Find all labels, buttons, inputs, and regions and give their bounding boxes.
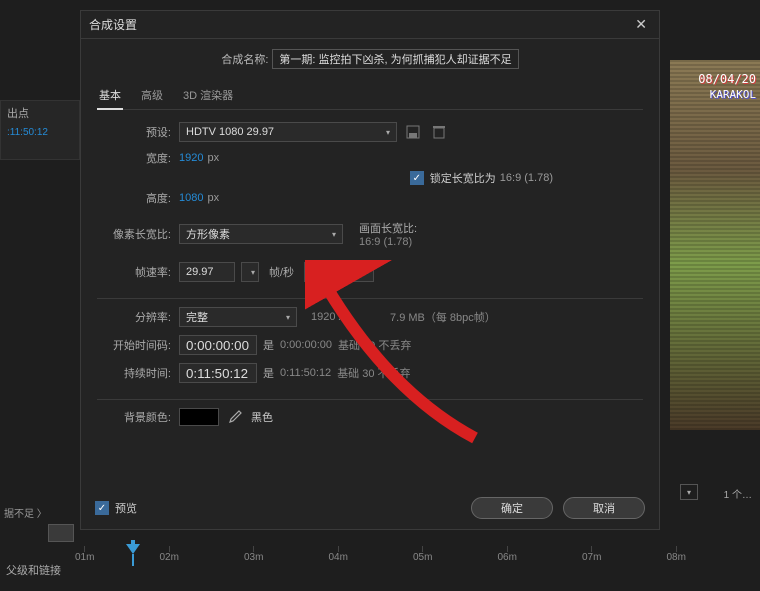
fps-unit-label: 帧/秒 bbox=[269, 264, 294, 280]
dialog-titlebar: 合成设置 ✕ bbox=[81, 11, 659, 39]
preview-checkbox[interactable]: ✓ bbox=[95, 501, 109, 515]
par-label: 像素长宽比: bbox=[97, 226, 179, 242]
start-tc-input[interactable] bbox=[179, 335, 257, 355]
bgcolor-swatch[interactable] bbox=[179, 408, 219, 426]
height-value[interactable]: 1080 bbox=[179, 192, 203, 204]
out-point-label: 出点 bbox=[1, 101, 79, 125]
playhead-icon[interactable] bbox=[126, 540, 140, 566]
chevron-down-icon: ▾ bbox=[286, 313, 290, 322]
composition-settings-dialog: 合成设置 ✕ 合成名称: 第一期: 监控拍下凶杀, 为何抓捕犯人却证据不足 基本… bbox=[80, 10, 660, 530]
parent-link-label: 父级和链接 bbox=[0, 558, 67, 582]
start-tc-base-tc: 0:00:00:00 bbox=[280, 339, 332, 351]
chevron-down-icon: ▾ bbox=[386, 128, 390, 137]
close-icon[interactable]: ✕ bbox=[631, 16, 651, 33]
width-unit: px bbox=[207, 152, 219, 164]
frame-ar-value: 16:9 (1.78) bbox=[359, 236, 417, 248]
timeline-ruler[interactable]: 01m 02m 03m 04m 05m 06m 07m 08m bbox=[84, 538, 760, 560]
preview-timestamp: 08/04/20 bbox=[698, 72, 756, 86]
bg-bottom-text: 据不足 〉 bbox=[0, 503, 51, 522]
lock-aspect-label: 锁定长宽比为 bbox=[430, 170, 496, 186]
eyedropper-icon[interactable] bbox=[227, 409, 243, 425]
fps-value-select[interactable]: 29.97 bbox=[179, 262, 235, 282]
cancel-button[interactable]: 取消 bbox=[563, 497, 645, 519]
frame-ar-label: 画面长宽比: bbox=[359, 220, 417, 236]
tab-bar: 基本 高级 3D 渲染器 bbox=[97, 83, 643, 110]
start-tc-label: 开始时间码: bbox=[97, 337, 179, 353]
width-value[interactable]: 1920 bbox=[179, 152, 203, 164]
resolution-info-b: 7.9 MB（每 8bpc帧） bbox=[390, 309, 496, 325]
comp-name-label: 合成名称: bbox=[221, 51, 268, 67]
par-select[interactable]: 方形像素 ▾ bbox=[179, 224, 343, 244]
lock-aspect-checkbox[interactable]: ✓ bbox=[410, 171, 424, 185]
ok-button[interactable]: 确定 bbox=[471, 497, 553, 519]
duration-input[interactable] bbox=[179, 363, 257, 383]
divider bbox=[97, 298, 643, 299]
save-preset-icon[interactable] bbox=[403, 122, 423, 142]
chevron-down-icon: ▾ bbox=[332, 230, 336, 239]
bg-count-text: 1 个… bbox=[724, 486, 752, 501]
trash-icon[interactable] bbox=[429, 122, 449, 142]
tab-basic[interactable]: 基本 bbox=[97, 83, 123, 109]
fps-label: 帧速率: bbox=[97, 264, 179, 280]
resolution-info-a: 1920 x bbox=[311, 311, 344, 323]
bg-dropdown-chevron[interactable]: ▾ bbox=[680, 484, 698, 500]
fps-dropframe-select[interactable]: 无丢帧 ▾ bbox=[304, 262, 374, 282]
fps-chevron[interactable]: ▾ bbox=[241, 262, 259, 282]
bgcolor-name: 黑色 bbox=[251, 409, 273, 425]
out-point-value: :11:50:12 bbox=[1, 125, 79, 140]
start-tc-is: 是 bbox=[263, 337, 274, 353]
bg-panel: 出点 :11:50:12 bbox=[0, 100, 80, 160]
preview-thumbnail: 08/04/20 KARAKOL bbox=[670, 60, 760, 430]
bg-toolbar-button[interactable] bbox=[48, 524, 74, 542]
chevron-down-icon: ▾ bbox=[363, 268, 367, 277]
lock-aspect-value: 16:9 (1.78) bbox=[500, 172, 553, 184]
height-unit: px bbox=[207, 192, 219, 204]
width-label: 宽度: bbox=[97, 150, 179, 166]
divider bbox=[97, 399, 643, 400]
resolution-select[interactable]: 完整 ▾ bbox=[179, 307, 297, 327]
duration-label: 持续时间: bbox=[97, 365, 179, 381]
duration-is: 是 bbox=[263, 365, 274, 381]
dialog-title: 合成设置 bbox=[89, 16, 137, 33]
duration-base-text: 基础 30 不丢弃 bbox=[337, 365, 410, 381]
duration-base-tc: 0:11:50:12 bbox=[280, 367, 331, 379]
tab-3d-renderer[interactable]: 3D 渲染器 bbox=[181, 83, 235, 109]
height-label: 高度: bbox=[97, 190, 179, 206]
preset-label: 预设: bbox=[97, 124, 179, 140]
start-tc-base-text: 基础 30 不丢弃 bbox=[338, 337, 411, 353]
preview-label: 预览 bbox=[115, 500, 137, 516]
dialog-footer: ✓ 预览 确定 取消 bbox=[81, 487, 659, 529]
comp-name-input[interactable]: 第一期: 监控拍下凶杀, 为何抓捕犯人却证据不足 bbox=[272, 49, 518, 69]
resolution-label: 分辨率: bbox=[97, 309, 179, 325]
tab-advanced[interactable]: 高级 bbox=[139, 83, 165, 109]
preset-select[interactable]: HDTV 1080 29.97 ▾ bbox=[179, 122, 397, 142]
bgcolor-label: 背景颜色: bbox=[97, 409, 179, 425]
preview-location: KARAKOL bbox=[710, 88, 756, 101]
